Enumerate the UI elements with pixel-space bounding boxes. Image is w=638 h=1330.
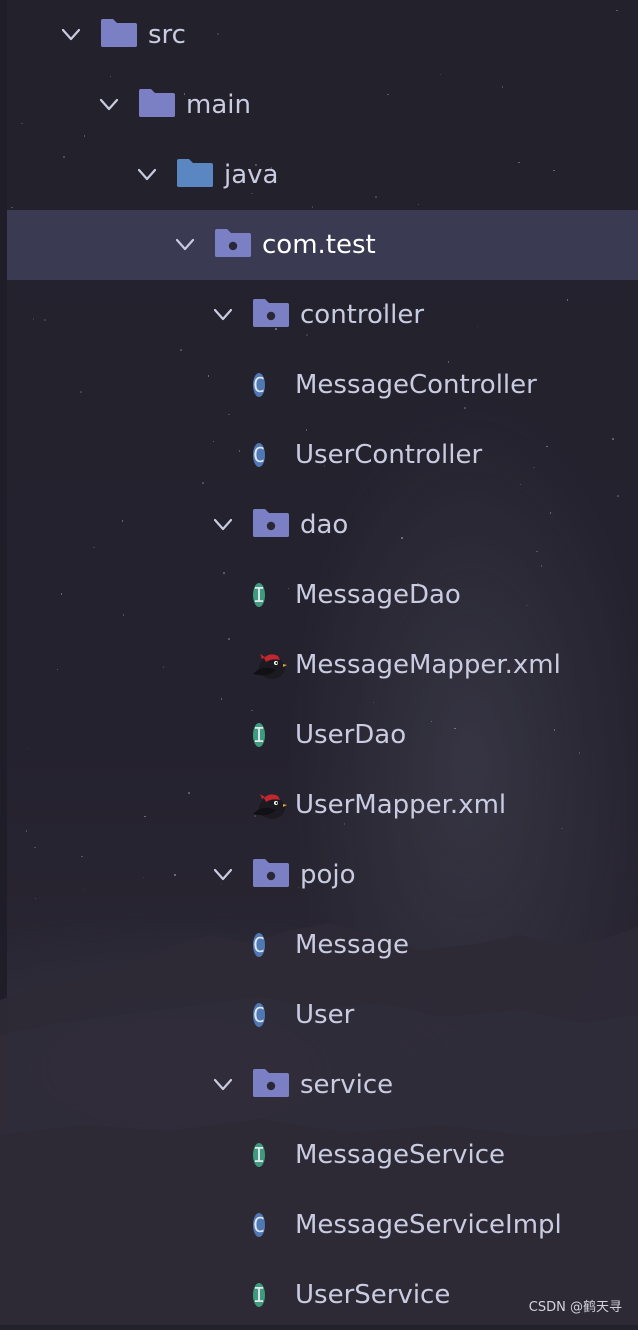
interface-badge-letter: I — [253, 1283, 266, 1307]
class-icon: C — [253, 1208, 266, 1242]
tree-item-label: dao — [300, 510, 349, 540]
class-icon: C — [253, 928, 266, 962]
tree-item-service[interactable]: service — [7, 1050, 638, 1120]
class-badge-letter: C — [253, 1213, 266, 1237]
tree-item-messagecontroller[interactable]: C MessageController — [7, 350, 638, 420]
tree-item-label: MessageController — [295, 370, 537, 400]
chevron-down-icon[interactable] — [98, 94, 120, 116]
tree-item-messageservice[interactable]: I MessageService — [7, 1120, 638, 1190]
tree-item-label: MessageServiceImpl — [295, 1210, 562, 1240]
tree-item-label: MessageDao — [295, 580, 461, 610]
tree-item-com-test[interactable]: com.test — [7, 210, 638, 280]
tree-item-src[interactable]: src — [7, 0, 638, 70]
class-badge-letter: C — [253, 443, 266, 467]
interface-badge-letter: I — [253, 583, 266, 607]
mybatis-bird-icon — [250, 648, 288, 686]
mybatis-bird-icon — [250, 788, 288, 826]
tree-item-label: MessageMapper.xml — [295, 650, 561, 680]
chevron-down-icon[interactable] — [174, 234, 196, 256]
tree-item-label: service — [300, 1070, 394, 1100]
interface-icon: I — [253, 578, 266, 612]
package-icon — [252, 1068, 290, 1102]
chevron-down-icon[interactable] — [136, 164, 158, 186]
source-folder-icon — [176, 158, 214, 192]
tree-item-main[interactable]: main — [7, 70, 638, 140]
chevron-down-icon[interactable] — [60, 24, 82, 46]
tree-item-messageserviceimpl[interactable]: C MessageServiceImpl — [7, 1190, 638, 1260]
tree-item-label: UserMapper.xml — [295, 790, 507, 820]
tree-item-label: src — [148, 20, 186, 50]
tree-item-label: com.test — [262, 230, 376, 260]
class-badge-letter: C — [253, 1003, 266, 1027]
class-icon: C — [253, 998, 266, 1032]
class-icon: C — [253, 368, 266, 402]
package-icon — [252, 298, 290, 332]
tree-item-label: Message — [295, 930, 409, 960]
tree-item-label: MessageService — [295, 1140, 506, 1170]
tree-item-pojo[interactable]: pojo — [7, 840, 638, 910]
class-icon: C — [253, 438, 266, 472]
tree-item-userdao[interactable]: I UserDao — [7, 700, 638, 770]
chevron-down-icon[interactable] — [212, 514, 234, 536]
tree-item-messagemapper-xml[interactable]: MessageMapper.xml — [7, 630, 638, 700]
package-icon — [214, 228, 252, 262]
tree-item-messagedao[interactable]: I MessageDao — [7, 560, 638, 630]
interface-icon: I — [253, 1278, 266, 1312]
tree-item-usercontroller[interactable]: C UserController — [7, 420, 638, 490]
tree-item-label: UserDao — [295, 720, 407, 750]
tree-item-label: UserService — [295, 1280, 451, 1310]
tree-item-label: UserController — [295, 440, 483, 470]
tree-item-java[interactable]: java — [7, 140, 638, 210]
interface-icon: I — [253, 718, 266, 752]
interface-badge-letter: I — [253, 723, 266, 747]
tree-item-label: main — [186, 90, 251, 120]
interface-icon: I — [253, 1138, 266, 1172]
watermark: CSDN @鹤天寻 — [528, 1300, 622, 1315]
tree-item-label: java — [224, 160, 279, 190]
tree-item-user[interactable]: C User — [7, 980, 638, 1050]
tree-item-controller[interactable]: controller — [7, 280, 638, 350]
tree-item-label: User — [295, 1000, 355, 1030]
chevron-down-icon[interactable] — [212, 1074, 234, 1096]
tree-item-label: pojo — [300, 860, 356, 890]
package-icon — [252, 508, 290, 542]
chevron-down-icon[interactable] — [212, 304, 234, 326]
class-badge-letter: C — [253, 933, 266, 957]
tree-item-message[interactable]: C Message — [7, 910, 638, 980]
interface-badge-letter: I — [253, 1143, 266, 1167]
tree-item-usermapper-xml[interactable]: UserMapper.xml — [7, 770, 638, 840]
chevron-down-icon[interactable] — [212, 864, 234, 886]
package-icon — [252, 858, 290, 892]
folder-icon — [138, 88, 176, 122]
tree-item-userservice[interactable]: I UserService — [7, 1260, 638, 1330]
folder-icon — [100, 18, 138, 52]
tree-item-label: controller — [300, 300, 425, 330]
class-badge-letter: C — [253, 373, 266, 397]
tree-item-dao[interactable]: dao — [7, 490, 638, 560]
